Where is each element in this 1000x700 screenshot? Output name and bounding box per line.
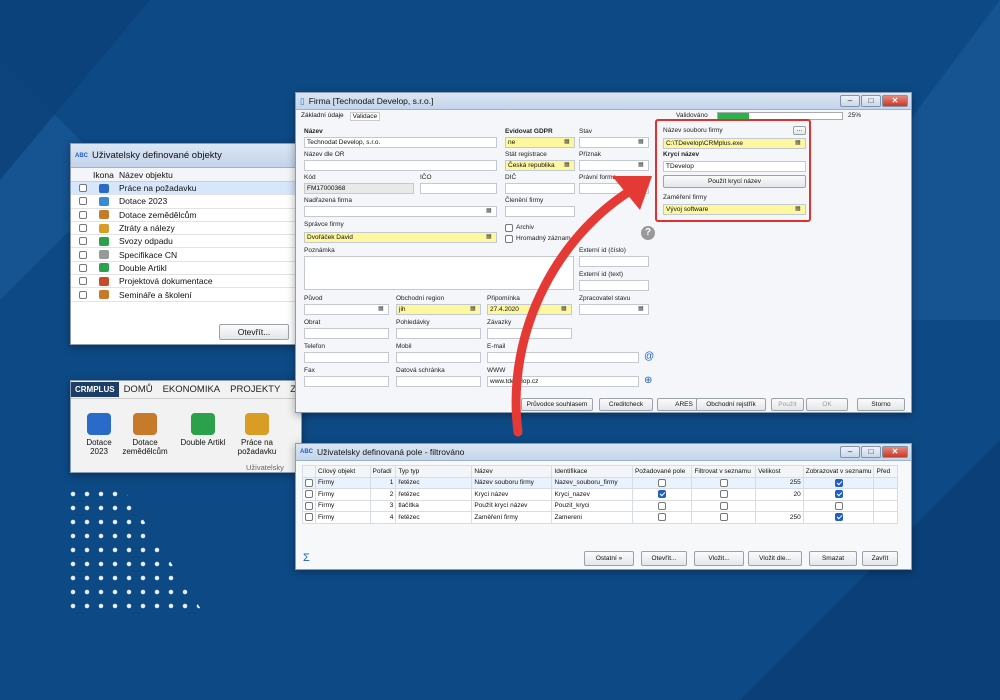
annotation-arrow <box>511 176 652 437</box>
